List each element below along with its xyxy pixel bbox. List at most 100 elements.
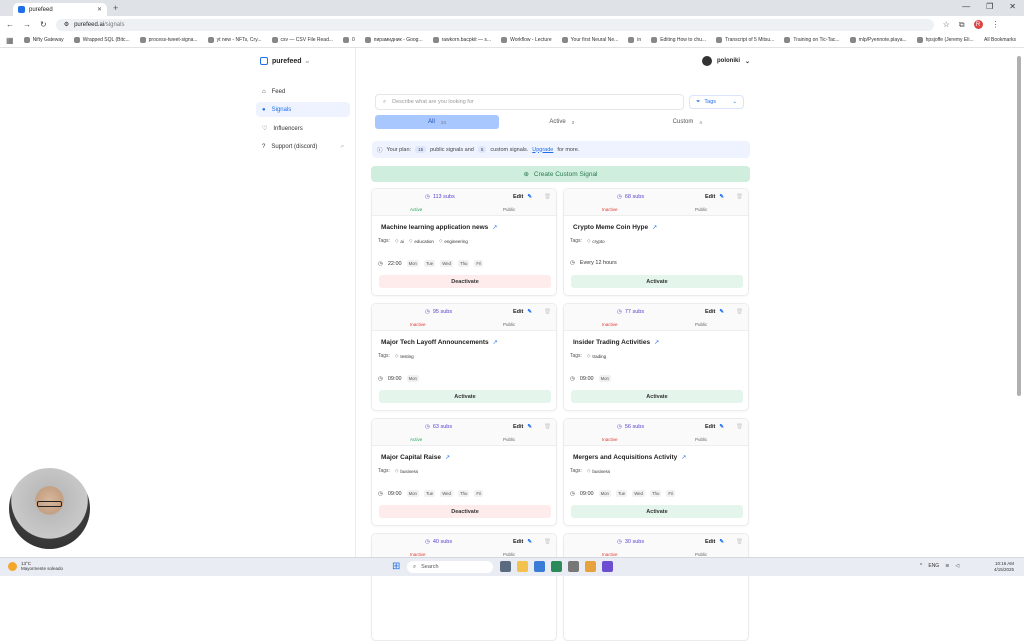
visibility-badge: Public — [503, 437, 516, 442]
chrome-icon[interactable] — [585, 561, 596, 572]
edit-button[interactable]: Edit ✎ — [705, 309, 724, 315]
edit-button[interactable]: Edit ✎ — [705, 424, 724, 430]
tab-custom[interactable]: Custom 4 — [625, 115, 751, 129]
tab-all[interactable]: All 23 — [375, 115, 499, 129]
weather-widget[interactable]: 13°C Mayormente soleado — [8, 561, 63, 571]
bookmark-item[interactable]: Workflow - Lecture — [501, 37, 552, 43]
file-explorer-icon[interactable] — [517, 561, 528, 572]
all-bookmarks-button[interactable]: All Bookmarks — [984, 37, 1016, 43]
bookmark-item[interactable]: Your first Neural Ne... — [561, 37, 618, 43]
sidebar-item-feed[interactable]: ⌂ Feed — [256, 84, 350, 99]
app-icon[interactable] — [602, 561, 613, 572]
signal-title[interactable]: Major Capital Raise ↗ — [381, 454, 450, 461]
activate-button[interactable]: Activate — [571, 275, 743, 288]
extensions-icon[interactable]: ⧉ — [959, 20, 965, 30]
bookmark-item[interactable]: process-tweet-signa... — [139, 37, 198, 43]
windows-start-icon[interactable]: ⊞ — [392, 562, 402, 572]
bookmark-label: hpsjoffe (Jeremy Eli... — [925, 37, 974, 43]
new-tab-icon[interactable]: + — [113, 3, 118, 13]
subscribers-count: ◷ 56 subs — [617, 424, 645, 430]
edit-button[interactable]: Edit ✎ — [513, 539, 532, 545]
delete-icon[interactable]: 🗑 — [544, 194, 551, 200]
bookmark-item[interactable]: Wrapped SQL (Bitc... — [73, 37, 130, 43]
public-count-badge: 15 — [415, 146, 427, 153]
signal-title[interactable]: Major Tech Layoff Announcements ↗ — [381, 339, 498, 346]
tags-dropdown[interactable]: ⏷ Tags ⌄ — [689, 95, 744, 109]
user-menu[interactable]: poloniki ⌄ — [702, 56, 750, 66]
tray-chevron-icon[interactable]: ^ — [920, 563, 922, 569]
apps-grid-icon[interactable]: ▦ — [6, 36, 14, 45]
browser-tab[interactable]: purefeed ✕ — [13, 3, 107, 16]
profile-avatar[interactable]: R — [973, 20, 983, 29]
delete-icon[interactable]: 🗑 — [736, 194, 743, 200]
search-input[interactable]: ⌕ Describe what are you looking for — [375, 94, 684, 110]
activate-button[interactable]: Activate — [571, 390, 743, 403]
create-custom-signal-button[interactable]: ⊕ Create Custom Signal — [371, 166, 750, 182]
activate-button[interactable]: Activate — [379, 390, 551, 403]
logo[interactable]: purefeed ai — [260, 57, 309, 65]
edit-button[interactable]: Edit ✎ — [705, 194, 724, 200]
taskbar-search[interactable]: ⌕ Search — [407, 561, 493, 573]
delete-icon[interactable]: 🗑 — [544, 309, 551, 315]
bookmark-item[interactable]: mlp/Pyennote.playa... — [849, 37, 907, 43]
sidebar-item-influencers[interactable]: ♡ Influencers — [256, 121, 350, 136]
store-icon[interactable] — [534, 561, 545, 572]
close-window-icon[interactable]: ✕ — [1009, 2, 1016, 11]
bookmark-item[interactable]: yt new - NFTs, Cry... — [207, 37, 262, 43]
site-info-icon[interactable]: ⚙ — [64, 21, 69, 28]
language-indicator[interactable]: ENG — [928, 563, 939, 569]
edit-button[interactable]: Edit ✎ — [705, 539, 724, 545]
delete-icon[interactable]: 🗑 — [544, 424, 551, 430]
bookmark-item[interactable]: Training on Tic-Tac... — [784, 37, 840, 43]
bookmark-item[interactable]: Nifty Gateway — [23, 37, 64, 43]
bookmark-item[interactable]: in — [628, 37, 641, 43]
app-icon[interactable] — [568, 561, 579, 572]
sidebar-item-support[interactable]: ? Support (discord) ↗ — [256, 139, 350, 154]
sidebar-item-signals[interactable]: ● Signals — [256, 102, 350, 117]
bookmark-item[interactable]: rawkorn.bacpkit — s... — [432, 37, 491, 43]
deactivate-button[interactable]: Deactivate — [379, 505, 551, 518]
volume-icon[interactable]: ◁ — [955, 563, 959, 569]
signal-title[interactable]: Insider Trading Activities ↗ — [573, 339, 659, 346]
edit-button[interactable]: Edit ✎ — [513, 309, 532, 315]
bookmark-star-icon[interactable]: ☆ — [943, 20, 950, 29]
signal-card: ◷ 95 subs Edit ✎ 🗑 Inactive Public Major Tech L… — [371, 303, 557, 411]
clock[interactable]: 10:16 AM 4/15/2025 — [994, 561, 1014, 573]
bookmark-item[interactable]: hpsjoffe (Jeremy Eli... — [916, 37, 974, 43]
maximize-icon[interactable]: ❐ — [986, 2, 993, 11]
wifi-icon[interactable]: ≋ — [945, 563, 949, 569]
reload-icon[interactable]: ↻ — [40, 20, 47, 29]
menu-icon[interactable]: ⋮ — [992, 20, 1000, 29]
bookmark-label: Nifty Gateway — [32, 37, 64, 43]
delete-icon[interactable]: 🗑 — [736, 309, 743, 315]
upgrade-link[interactable]: Upgrade — [532, 147, 553, 153]
close-tab-icon[interactable]: ✕ — [97, 6, 102, 13]
bookmark-item[interactable]: Transcript of 5 Mitsu... — [716, 37, 774, 43]
day-chip: Wed — [632, 490, 645, 497]
bookmark-item[interactable]: 0 — [343, 37, 355, 43]
signal-title[interactable]: Mergers and Acquisitions Activity ↗ — [573, 454, 686, 461]
activate-button[interactable]: Activate — [571, 505, 743, 518]
tab-active[interactable]: Active 3 — [499, 115, 625, 129]
task-view-icon[interactable] — [500, 561, 511, 572]
delete-icon[interactable]: 🗑 — [736, 539, 743, 545]
signal-title[interactable]: Crypto Meme Coin Hype ↗ — [573, 224, 657, 231]
day-chip: Fri — [474, 260, 484, 267]
deactivate-button[interactable]: Deactivate — [379, 275, 551, 288]
bookmark-item[interactable]: Editing How to chu... — [651, 37, 706, 43]
delete-icon[interactable]: 🗑 — [544, 539, 551, 545]
edit-button[interactable]: Edit ✎ — [513, 194, 532, 200]
minimize-icon[interactable]: — — [962, 2, 970, 11]
excel-icon[interactable] — [551, 561, 562, 572]
taskbar-search-label: Search — [421, 564, 439, 570]
bookmark-item[interactable]: пирамидник - Goog... — [364, 37, 423, 43]
bookmark-item[interactable]: csv — CSV File Read... — [271, 37, 333, 43]
scrollbar[interactable] — [1017, 56, 1021, 396]
url-input[interactable]: ⚙ purefeed.ai/signals — [55, 18, 934, 31]
forward-icon[interactable]: → — [23, 20, 31, 29]
signal-title[interactable]: Machine learning application news ↗ — [381, 224, 497, 231]
back-icon[interactable]: ← — [6, 20, 14, 29]
bookmark-favicon-icon — [716, 37, 723, 43]
edit-button[interactable]: Edit ✎ — [513, 424, 532, 430]
delete-icon[interactable]: 🗑 — [736, 424, 743, 430]
